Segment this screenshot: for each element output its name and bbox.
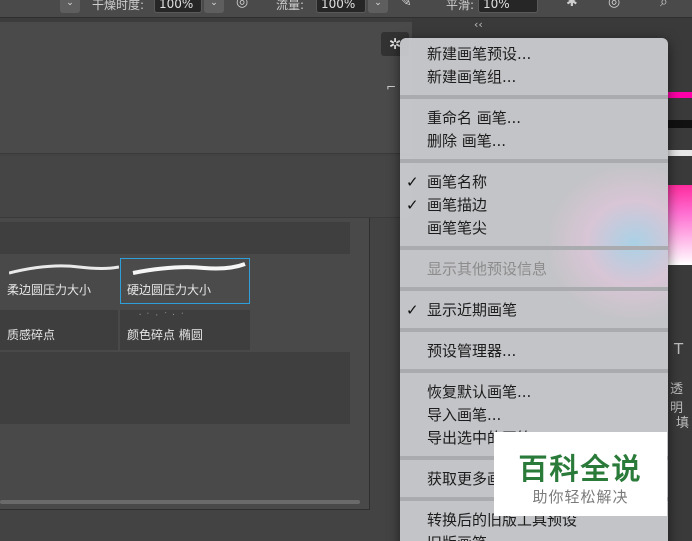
- collapse-panels-button[interactable]: ‹‹: [474, 18, 483, 31]
- menu-item[interactable]: 新建画笔预设...: [400, 43, 668, 66]
- menu-item-label: 显示近期画笔: [427, 301, 518, 319]
- brush-dropdown-arrow[interactable]: ⌄: [60, 0, 80, 13]
- brush-angle-section: [0, 156, 412, 218]
- menu-item-label: 画笔描边: [427, 196, 488, 214]
- hardness-input[interactable]: 100%: [154, 0, 202, 13]
- hardness-dropdown-icon[interactable]: ⌄: [204, 0, 224, 13]
- brush-tile-hard-round[interactable]: 硬边圆压力大小: [120, 258, 250, 304]
- menu-separator: [400, 369, 668, 373]
- menu-item-label: 删除 画笔...: [427, 132, 507, 150]
- flow-dropdown-icon[interactable]: ⌄: [368, 0, 388, 13]
- airbrush-icon[interactable]: ✎: [400, 0, 412, 10]
- hardness-label: 干燥时度:: [92, 0, 145, 12]
- menu-item-label: 新建画笔组...: [427, 68, 517, 86]
- brush-size-section: [0, 22, 412, 154]
- menu-item-label: 旧版画笔: [427, 534, 487, 541]
- smoothing-input[interactable]: 10%: [478, 0, 538, 13]
- checkmark-icon: ✓: [406, 196, 419, 214]
- menu-item-label: 导入画笔...: [427, 406, 502, 424]
- menu-separator: [400, 287, 668, 291]
- menu-item-label: 显示其他预设信息: [427, 260, 548, 278]
- settings-gear-icon[interactable]: ✱: [566, 0, 578, 10]
- menu-item-label: 画笔名称: [427, 173, 488, 191]
- watermark: 百科全说 助你轻松解决: [494, 432, 667, 516]
- menu-item[interactable]: 导入画笔...: [400, 404, 668, 427]
- swatch-white[interactable]: [668, 150, 692, 156]
- watermark-logo-text: 百科全说: [518, 452, 643, 486]
- brush-name: 硬边圆压力大小: [127, 283, 212, 297]
- brush-stroke-preview: [9, 264, 119, 275]
- brush-list-header: [0, 222, 350, 254]
- menu-item[interactable]: ✓ 显示近期画笔: [400, 299, 668, 322]
- brush-name: 柔边圆压力大小: [7, 283, 92, 297]
- brush-tile-color-dots-ellipse[interactable]: 颜色碎点 椭圆: [120, 310, 250, 350]
- horizontal-scrollbar[interactable]: [0, 500, 360, 504]
- menu-item-label: 恢复默认画笔...: [427, 383, 532, 401]
- menu-item[interactable]: 旧版画笔: [400, 532, 668, 541]
- menu-item[interactable]: ✓ 画笔名称: [400, 171, 668, 194]
- brush-tile-soft-round[interactable]: 柔边圆压力大小: [0, 258, 119, 304]
- menu-separator: [400, 246, 668, 250]
- menu-item: 显示其他预设信息: [400, 258, 668, 281]
- menu-item-label: 新建画笔预设...: [427, 45, 532, 63]
- pressure-size-icon[interactable]: ◎: [608, 0, 620, 10]
- checkmark-icon: ✓: [406, 301, 419, 319]
- brush-list-empty-area: [0, 352, 350, 424]
- brush-list: 柔边圆压力大小 硬边圆压力大小 质感碎点 颜色碎点 椭圆: [0, 218, 370, 510]
- pressure-opacity-icon[interactable]: ◎: [236, 0, 248, 10]
- brush-stroke-preview: [132, 262, 246, 275]
- checkmark-icon: ✓: [406, 173, 419, 191]
- menu-item[interactable]: 预设管理器...: [400, 340, 668, 363]
- options-bar: 干燥时度: ⌄ 100% ⌄ ◎ 流量: 100% ⌄ ✎ 平滑: 10% ✱ …: [0, 0, 692, 18]
- new-preset-icon[interactable]: ⌐: [386, 80, 396, 94]
- smoothing-label: 平滑:: [446, 0, 475, 12]
- menu-item-label: 重命名 画笔...: [427, 109, 522, 127]
- menu-item[interactable]: 新建画笔组...: [400, 66, 668, 89]
- menu-item[interactable]: ✓ 画笔描边: [400, 194, 668, 217]
- menu-item-label: 画笔笔尖: [427, 219, 488, 237]
- brush-name: 颜色碎点 椭圆: [127, 328, 203, 342]
- menu-item[interactable]: 恢复默认画笔...: [400, 381, 668, 404]
- swatch-black[interactable]: [668, 120, 692, 128]
- color-spectrum[interactable]: [668, 185, 692, 265]
- menu-separator: [400, 328, 668, 332]
- menu-separator: [400, 95, 668, 99]
- menu-separator: [400, 159, 668, 163]
- menu-item[interactable]: 画笔笔尖: [400, 217, 668, 240]
- menu-item[interactable]: 删除 画笔...: [400, 130, 668, 153]
- menu-item[interactable]: 重命名 画笔...: [400, 107, 668, 130]
- fill-label-fragment: 填: [676, 416, 690, 431]
- flow-input[interactable]: 100%: [316, 0, 366, 13]
- brush-stroke-preview: [139, 312, 183, 316]
- menu-item-label: 预设管理器...: [427, 342, 517, 360]
- flow-label: 流量:: [276, 0, 305, 12]
- watermark-slogan: 助你轻松解决: [532, 488, 629, 506]
- foreground-swatch[interactable]: [668, 92, 692, 98]
- type-layer-icon[interactable]: T: [674, 340, 683, 358]
- brush-preset-panel: ✲ ⌐ 柔边圆压力大小 硬边圆压力大小 质感碎点 颜色碎点 椭圆: [0, 22, 412, 541]
- brush-tile-texture-dots[interactable]: 质感碎点: [0, 310, 118, 350]
- opacity-label-fragment: 透明: [670, 382, 684, 416]
- search-icon[interactable]: ⌕: [660, 0, 668, 10]
- brush-name: 质感碎点: [7, 328, 56, 342]
